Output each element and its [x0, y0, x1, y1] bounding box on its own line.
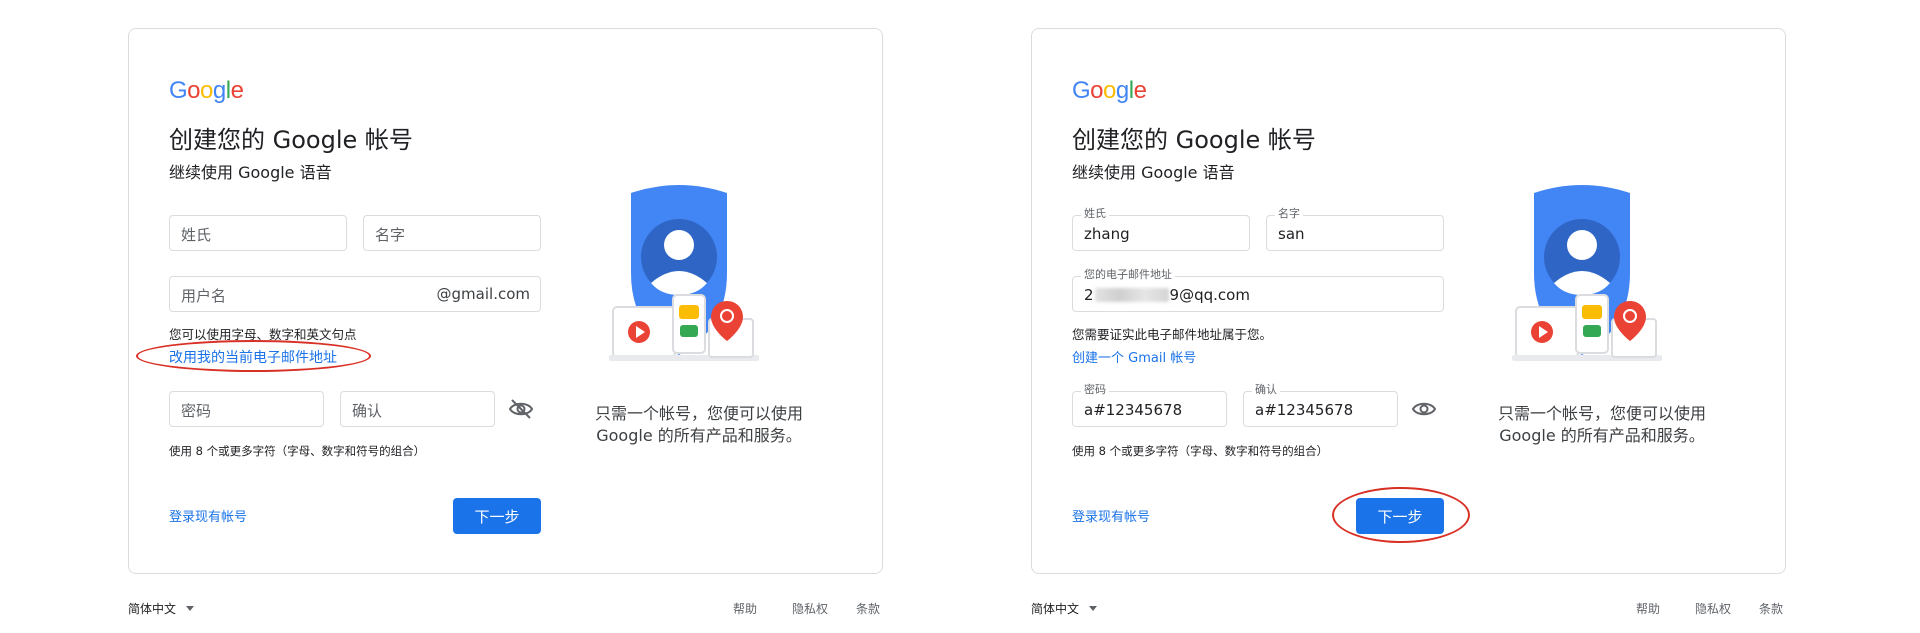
password-input[interactable]: 密码 a#12345678	[1072, 383, 1227, 427]
caption-line-2: Google 的所有产品和服务。	[1499, 426, 1705, 445]
last-name-placeholder: 姓氏	[181, 226, 212, 244]
eye-off-icon[interactable]	[508, 398, 536, 420]
confirm-label: 确认	[1252, 383, 1280, 397]
page-subtitle: 继续使用 Google 语音	[1072, 163, 1235, 182]
password-label: 密码	[1081, 383, 1109, 397]
email-hint: 您需要证实此电子邮件地址属于您。	[1072, 327, 1273, 342]
logo-letter: G	[1072, 77, 1091, 104]
password-value: a#12345678	[1084, 401, 1183, 419]
first-name-placeholder: 名字	[375, 226, 406, 244]
email-label: 您的电子邮件地址	[1081, 268, 1175, 282]
first-name-input[interactable]: 名字	[363, 215, 541, 251]
page-subtitle: 继续使用 Google 语音	[169, 163, 332, 182]
email-input[interactable]: 您的电子邮件地址 2 9@qq.com	[1072, 268, 1444, 312]
signup-panel-right: Google 创建您的 Google 帐号 继续使用 Google 语音 姓氏 …	[1031, 0, 1791, 633]
last-name-input[interactable]: 姓氏 zhang	[1072, 207, 1250, 251]
next-button[interactable]: 下一步	[453, 498, 541, 534]
footer-terms-link[interactable]: 条款	[1759, 600, 1783, 617]
signin-existing-link[interactable]: 登录现有帐号	[1072, 506, 1150, 525]
signup-panel-left: Google 创建您的 Google 帐号 继续使用 Google 语音 姓氏 …	[128, 0, 888, 633]
logo-letter: o	[1103, 77, 1116, 104]
page-title: 创建您的 Google 帐号	[1072, 126, 1316, 154]
last-name-input[interactable]: 姓氏	[169, 215, 347, 251]
first-name-value: san	[1278, 225, 1305, 243]
illustration-caption: 只需一个帐号，您便可以使用 Google 的所有产品和服务。	[1487, 403, 1717, 447]
username-hint: 您可以使用字母、数字和英文句点	[169, 327, 357, 342]
chevron-down-icon	[185, 606, 194, 611]
logo-letter: G	[169, 77, 188, 104]
last-name-label: 姓氏	[1081, 207, 1109, 221]
page-title: 创建您的 Google 帐号	[169, 126, 413, 154]
logo-letter: o	[200, 77, 213, 104]
logo-letter: o	[187, 77, 201, 104]
caption-line-1: 只需一个帐号，您便可以使用	[594, 404, 803, 423]
footer-terms-link[interactable]: 条款	[856, 600, 880, 617]
logo-letter: g	[212, 77, 226, 104]
signin-existing-link[interactable]: 登录现有帐号	[169, 506, 247, 525]
logo-letter: e	[1133, 77, 1147, 104]
google-logo: Google	[169, 77, 244, 105]
illustration-caption: 只需一个帐号，您便可以使用 Google 的所有产品和服务。	[584, 403, 814, 447]
google-logo: Google	[1072, 77, 1147, 105]
language-selector[interactable]: 简体中文	[1031, 600, 1097, 617]
signup-card: Google 创建您的 Google 帐号 继续使用 Google 语音 姓氏 …	[128, 28, 883, 574]
password-hint: 使用 8 个或更多字符（字母、数字和符号的组合）	[1072, 444, 1329, 458]
language-selector[interactable]: 简体中文	[128, 600, 194, 617]
email-value-suffix: 9@qq.com	[1169, 286, 1250, 304]
language-label: 简体中文	[128, 602, 177, 616]
password-input[interactable]: 密码	[169, 391, 324, 427]
footer-help-link[interactable]: 帮助	[733, 600, 757, 617]
confirm-placeholder: 确认	[352, 402, 383, 420]
logo-letter: o	[1090, 77, 1104, 104]
footer-help-link[interactable]: 帮助	[1636, 600, 1660, 617]
first-name-input[interactable]: 名字 san	[1266, 207, 1444, 251]
caption-line-1: 只需一个帐号，您便可以使用	[1497, 404, 1706, 423]
logo-letter: e	[230, 77, 244, 104]
first-name-label: 名字	[1275, 207, 1303, 221]
chevron-down-icon	[1088, 606, 1097, 611]
account-illustration	[1512, 179, 1692, 389]
username-placeholder: 用户名	[181, 287, 227, 305]
use-current-email-link[interactable]: 改用我的当前电子邮件地址	[169, 347, 337, 367]
gmail-suffix: @gmail.com	[436, 285, 530, 303]
signup-card: Google 创建您的 Google 帐号 继续使用 Google 语音 姓氏 …	[1031, 28, 1786, 574]
username-input[interactable]: 用户名 @gmail.com	[169, 276, 541, 312]
password-placeholder: 密码	[181, 402, 212, 420]
confirm-password-input[interactable]: 确认	[340, 391, 495, 427]
last-name-value: zhang	[1084, 225, 1130, 243]
eye-icon[interactable]	[1411, 398, 1439, 420]
caption-line-2: Google 的所有产品和服务。	[596, 426, 802, 445]
redacted-blur	[1094, 288, 1169, 302]
create-gmail-link[interactable]: 创建一个 Gmail 帐号	[1072, 347, 1196, 366]
footer-privacy-link[interactable]: 隐私权	[1695, 600, 1731, 617]
language-label: 简体中文	[1031, 602, 1080, 616]
footer-privacy-link[interactable]: 隐私权	[792, 600, 828, 617]
account-illustration	[609, 179, 789, 389]
confirm-password-input[interactable]: 确认 a#12345678	[1243, 383, 1398, 427]
next-button[interactable]: 下一步	[1356, 498, 1444, 534]
email-value-prefix: 2	[1084, 286, 1094, 304]
logo-letter: g	[1115, 77, 1129, 104]
email-value: 2 9@qq.com	[1084, 286, 1250, 304]
password-hint: 使用 8 个或更多字符（字母、数字和符号的组合）	[169, 444, 426, 458]
confirm-value: a#12345678	[1255, 401, 1354, 419]
